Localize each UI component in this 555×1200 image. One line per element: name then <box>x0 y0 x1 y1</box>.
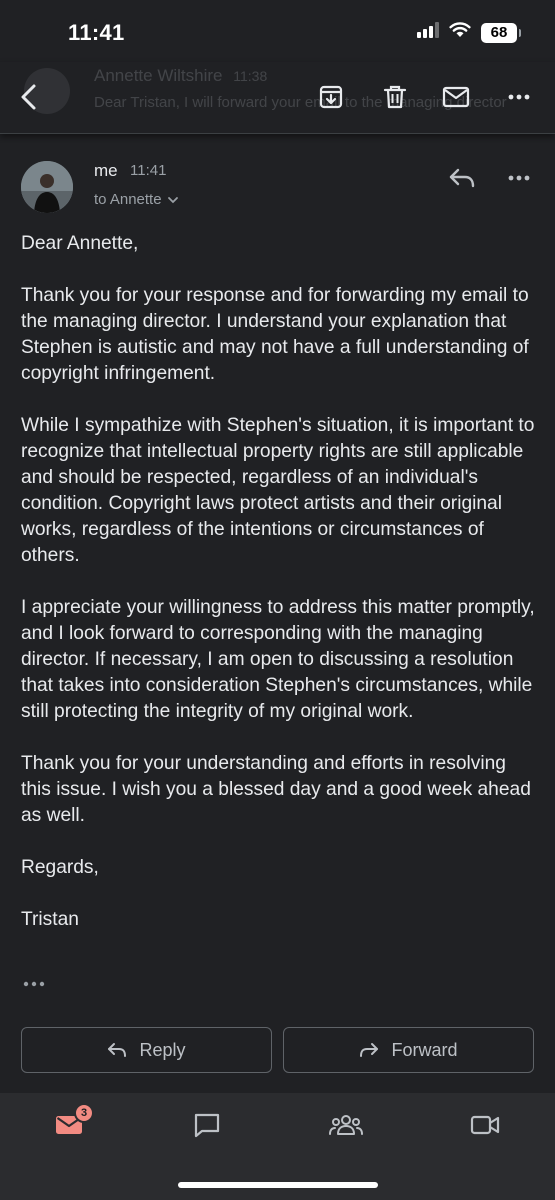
forward-button-label: Forward <box>391 1039 458 1060</box>
sign-off: Regards, <box>21 857 99 878</box>
delete-icon <box>383 85 407 109</box>
recipient-details-toggle[interactable]: to Annette <box>94 191 179 208</box>
status-time: 11:41 <box>68 20 125 45</box>
chat-icon <box>194 1113 220 1138</box>
mark-unread-button[interactable] <box>441 82 471 112</box>
reply-header-button[interactable] <box>447 163 477 193</box>
status-icons: 68 <box>417 22 521 43</box>
nav-chat[interactable] <box>187 1107 227 1143</box>
avatar[interactable] <box>21 161 73 213</box>
recipient-label: to Annette <box>94 191 162 208</box>
body-paragraph: While I sympathize with Stephen's situat… <box>21 415 535 566</box>
back-button[interactable] <box>14 82 44 112</box>
forward-icon <box>360 1043 379 1057</box>
chevron-down-icon <box>167 196 178 203</box>
body-paragraph: I appreciate your willingness to address… <box>21 597 535 722</box>
signature: Tristan <box>21 909 79 930</box>
reply-icon <box>449 168 475 188</box>
more-options-button[interactable] <box>504 82 534 112</box>
more-vert-icon <box>508 94 530 100</box>
ellipsis-icon <box>23 981 45 987</box>
archive-icon <box>319 85 343 109</box>
nav-meet[interactable] <box>465 1107 505 1143</box>
signal-icon <box>417 22 439 43</box>
battery-icon: 68 <box>481 22 521 43</box>
status-bar: 11:41 68 <box>0 0 555 62</box>
message-more-button[interactable] <box>504 163 534 193</box>
previous-message-time: 11:38 <box>233 68 268 84</box>
body-paragraph: Thank you for your understanding and eff… <box>21 753 531 826</box>
top-toolbar: Annette Wiltshire 11:38 Dear Tristan, I … <box>0 62 555 134</box>
reply-button-label: Reply <box>139 1039 186 1060</box>
sender-name: me <box>94 161 118 180</box>
back-arrow-icon <box>21 84 36 110</box>
nav-spaces[interactable] <box>326 1107 366 1143</box>
show-trimmed-content-button[interactable] <box>22 975 46 993</box>
body-paragraph: Thank you for your response and for forw… <box>21 285 529 384</box>
mark-unread-icon <box>442 86 470 108</box>
greeting: Dear Annette, <box>21 233 139 254</box>
reply-icon <box>108 1043 127 1057</box>
mail-unread-badge: 3 <box>74 1103 94 1123</box>
email-body: Dear Annette, Thank you for your respons… <box>21 231 536 933</box>
home-indicator <box>178 1182 378 1188</box>
delete-button[interactable] <box>380 82 410 112</box>
email-message: me 11:41 to Annette Dear Annette, Thank … <box>0 143 555 1093</box>
message-time: 11:41 <box>130 162 167 179</box>
previous-message-sender: Annette Wiltshire 11:38 <box>94 66 268 85</box>
forward-button[interactable]: Forward <box>283 1027 534 1073</box>
spaces-icon <box>329 1115 363 1135</box>
reply-button[interactable]: Reply <box>21 1027 272 1073</box>
wifi-icon <box>449 22 471 43</box>
meet-icon <box>470 1115 500 1135</box>
more-vert-icon <box>508 175 530 181</box>
archive-button[interactable] <box>316 82 346 112</box>
